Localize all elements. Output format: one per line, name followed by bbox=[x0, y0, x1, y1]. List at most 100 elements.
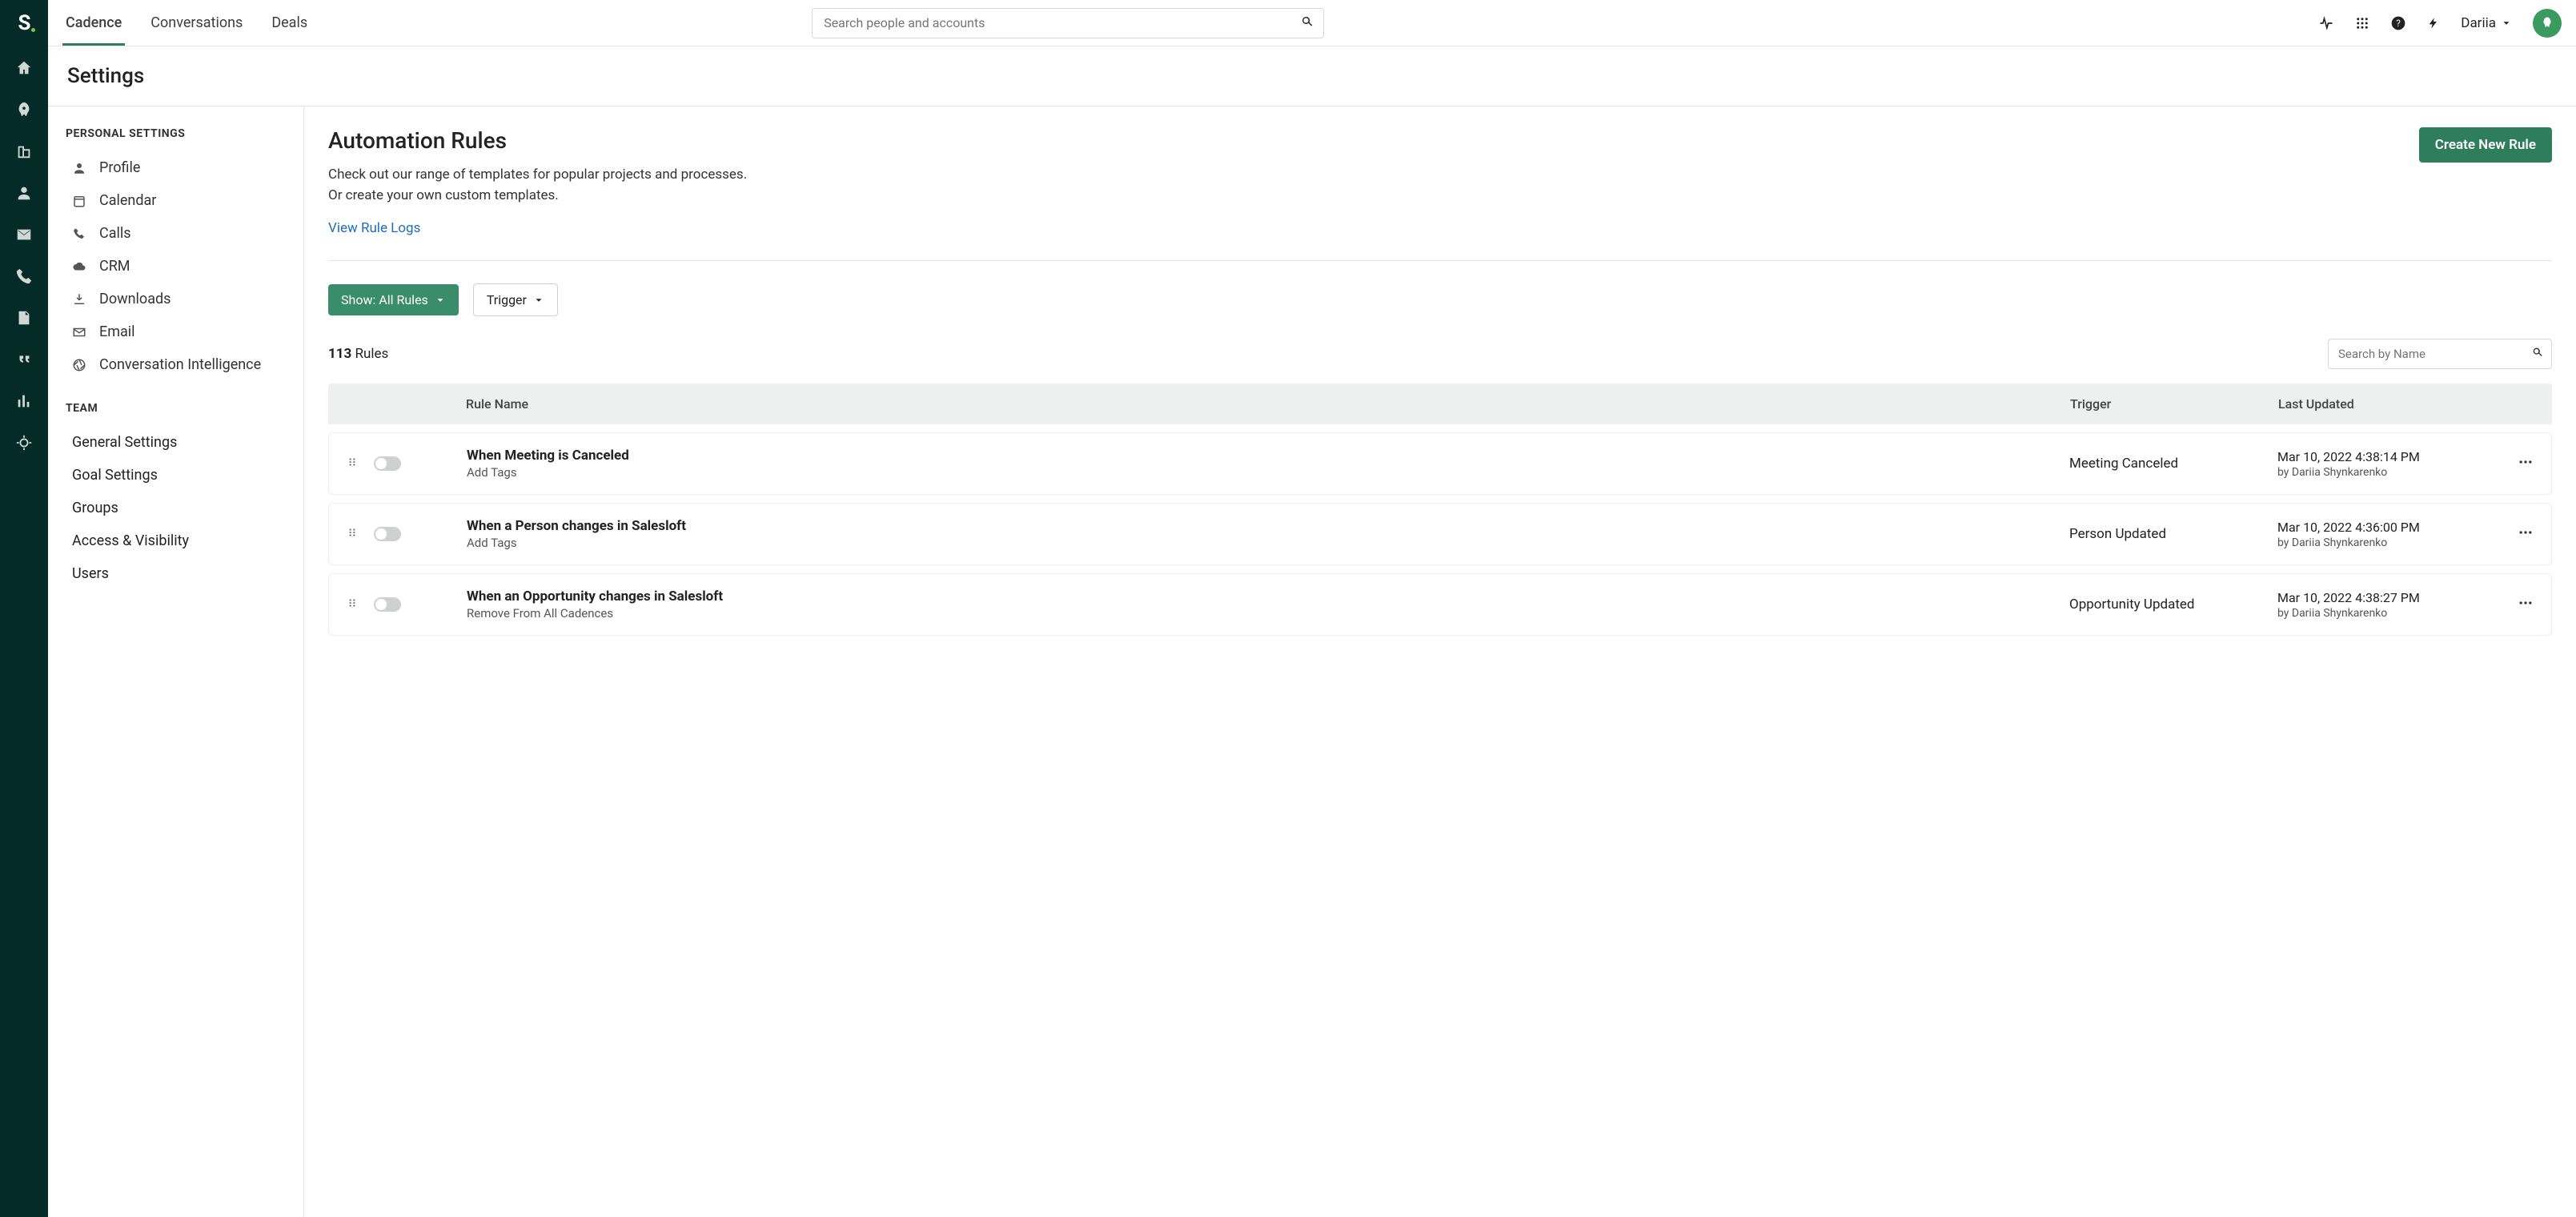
sidebar-section-personal: PERSONAL SETTINGS bbox=[66, 127, 286, 140]
rule-toggle[interactable] bbox=[374, 597, 401, 612]
sidebar-item-label: CRM bbox=[99, 258, 130, 275]
note-icon[interactable] bbox=[15, 309, 33, 327]
rocket-icon[interactable] bbox=[15, 101, 33, 118]
quote-icon[interactable] bbox=[15, 351, 33, 368]
rule-action: Remove From All Cadences bbox=[467, 606, 2069, 621]
search-icon[interactable] bbox=[1300, 14, 1314, 32]
mail-icon[interactable] bbox=[15, 226, 33, 243]
aperture-icon bbox=[72, 358, 88, 372]
view-rule-logs-link[interactable]: View Rule Logs bbox=[328, 220, 420, 236]
nav-deals[interactable]: Deals bbox=[268, 0, 311, 46]
col-name: Rule Name bbox=[466, 396, 2070, 412]
rule-name: When an Opportunity changes in Salesloft bbox=[467, 588, 2069, 604]
target-icon[interactable] bbox=[15, 434, 33, 452]
rule-updated-time: Mar 10, 2022 4:38:27 PM bbox=[2277, 590, 2486, 605]
rule-updated-time: Mar 10, 2022 4:36:00 PM bbox=[2277, 520, 2486, 535]
col-updated: Last Updated bbox=[2278, 396, 2486, 412]
apps-icon[interactable] bbox=[2355, 16, 2369, 30]
global-search bbox=[812, 8, 1324, 38]
rule-toggle[interactable] bbox=[374, 456, 401, 471]
logo[interactable]: S bbox=[18, 11, 30, 35]
count-row: 113 Rules bbox=[328, 339, 2552, 369]
rule-action: Add Tags bbox=[467, 465, 2069, 480]
settings-sidebar: PERSONAL SETTINGS Profile Calendar Calls… bbox=[48, 106, 304, 1217]
rule-updated-by: by Dariia Shynkarenko bbox=[2277, 536, 2486, 549]
chevron-down-icon bbox=[435, 295, 446, 306]
help-icon[interactable]: ? bbox=[2390, 15, 2406, 31]
calendar-icon bbox=[72, 194, 88, 208]
rule-trigger: Opportunity Updated bbox=[2069, 596, 2277, 613]
sidebar-item-calendar[interactable]: Calendar bbox=[66, 184, 286, 217]
create-new-rule-button[interactable]: Create New Rule bbox=[2419, 127, 2552, 163]
show-filter-dropdown[interactable]: Show: All Rules bbox=[328, 284, 459, 315]
sidebar-item-label: Email bbox=[99, 323, 135, 340]
content-area: Automation Rules Check out our range of … bbox=[304, 106, 2576, 1217]
sidebar-item-label: Conversation Intelligence bbox=[99, 356, 261, 373]
page-header: Settings bbox=[48, 46, 2576, 106]
trigger-filter-dropdown[interactable]: Trigger bbox=[473, 283, 558, 316]
sidebar-item-calls[interactable]: Calls bbox=[66, 217, 286, 250]
phone-icon[interactable] bbox=[15, 267, 33, 285]
drag-handle-icon[interactable] bbox=[347, 596, 358, 613]
left-rail: S bbox=[0, 0, 48, 1217]
rule-toggle[interactable] bbox=[374, 527, 401, 541]
user-name: Dariia bbox=[2461, 15, 2496, 31]
more-icon[interactable] bbox=[2518, 595, 2534, 614]
table-row: When Meeting is Canceled Add Tags Meetin… bbox=[328, 432, 2552, 495]
person-icon[interactable] bbox=[15, 184, 33, 202]
activity-icon[interactable] bbox=[2318, 15, 2334, 31]
sidebar-item-conversation-intelligence[interactable]: Conversation Intelligence bbox=[66, 348, 286, 381]
filter-row: Show: All Rules Trigger bbox=[328, 260, 2552, 316]
rule-name: When Meeting is Canceled bbox=[467, 448, 2069, 464]
col-trigger: Trigger bbox=[2070, 396, 2278, 412]
content-title: Automation Rules bbox=[328, 127, 747, 154]
show-filter-label: Show: All Rules bbox=[341, 292, 428, 307]
drag-handle-icon[interactable] bbox=[347, 525, 358, 543]
rocket-icon bbox=[2540, 16, 2554, 30]
nav-cadence[interactable]: Cadence bbox=[62, 0, 125, 46]
rules-search-input[interactable] bbox=[2328, 339, 2552, 369]
content-subtitle-2: Or create your own custom templates. bbox=[328, 186, 747, 207]
sidebar-item-general-settings[interactable]: General Settings bbox=[66, 426, 286, 459]
search-icon[interactable] bbox=[2531, 346, 2544, 362]
top-nav: Cadence Conversations Deals bbox=[62, 0, 311, 46]
sidebar-item-goal-settings[interactable]: Goal Settings bbox=[66, 459, 286, 492]
rule-name: When a Person changes in Salesloft bbox=[467, 518, 2069, 534]
rule-trigger: Person Updated bbox=[2069, 526, 2277, 542]
sidebar-item-email[interactable]: Email bbox=[66, 315, 286, 348]
bolt-icon[interactable] bbox=[2427, 15, 2440, 31]
search-input[interactable] bbox=[812, 8, 1324, 38]
sidebar-item-profile[interactable]: Profile bbox=[66, 151, 286, 184]
main-area: Cadence Conversations Deals ? Dariia Set… bbox=[48, 0, 2576, 1217]
sidebar-item-crm[interactable]: CRM bbox=[66, 250, 286, 283]
avatar[interactable] bbox=[2533, 9, 2562, 38]
table-row: When a Person changes in Salesloft Add T… bbox=[328, 503, 2552, 565]
cloud-icon bbox=[72, 259, 88, 274]
sidebar-section-team: TEAM bbox=[66, 402, 286, 415]
sidebar-item-downloads[interactable]: Downloads bbox=[66, 283, 286, 315]
sidebar-item-users[interactable]: Users bbox=[66, 557, 286, 590]
drag-handle-icon[interactable] bbox=[347, 455, 358, 472]
topbar-right: ? Dariia bbox=[2318, 9, 2562, 38]
nav-conversations[interactable]: Conversations bbox=[147, 0, 246, 46]
download-icon bbox=[72, 292, 88, 307]
user-menu[interactable]: Dariia bbox=[2461, 15, 2512, 31]
svg-text:?: ? bbox=[2397, 18, 2401, 29]
chevron-down-icon bbox=[2501, 18, 2512, 29]
mail-icon bbox=[72, 325, 88, 339]
sidebar-item-label: Downloads bbox=[99, 291, 171, 307]
table-row: When an Opportunity changes in Salesloft… bbox=[328, 573, 2552, 636]
more-icon[interactable] bbox=[2518, 524, 2534, 544]
sidebar-item-groups[interactable]: Groups bbox=[66, 492, 286, 524]
rule-updated-by: by Dariia Shynkarenko bbox=[2277, 466, 2486, 479]
analytics-icon[interactable] bbox=[15, 392, 33, 410]
sidebar-item-access-visibility[interactable]: Access & Visibility bbox=[66, 524, 286, 557]
home-icon[interactable] bbox=[15, 59, 33, 77]
sidebar-item-label: Calendar bbox=[99, 192, 156, 209]
more-icon[interactable] bbox=[2518, 454, 2534, 473]
content-subtitle-1: Check out our range of templates for pop… bbox=[328, 165, 747, 186]
page-title: Settings bbox=[67, 64, 2557, 88]
building-icon[interactable] bbox=[15, 143, 33, 160]
phone-icon bbox=[72, 227, 88, 241]
sidebar-item-label: Calls bbox=[99, 225, 131, 242]
